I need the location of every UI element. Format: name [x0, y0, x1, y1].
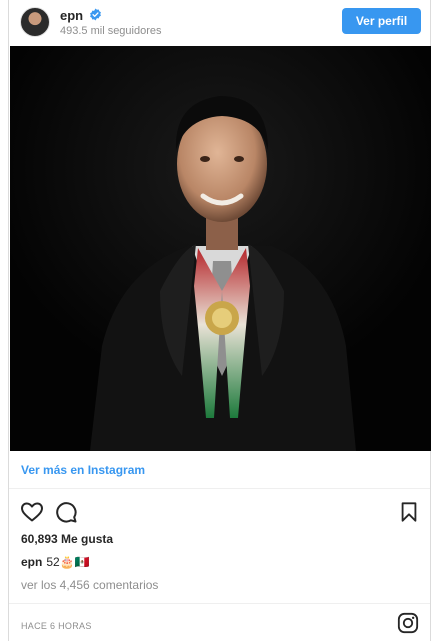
post-photo[interactable] [10, 46, 431, 451]
avatar[interactable] [20, 7, 50, 37]
follower-count: 493.5 mil seguidores [60, 25, 162, 37]
caption: epn 52🎂🇲🇽 [21, 555, 90, 569]
like-count[interactable]: 60,893 Me gusta [21, 532, 113, 546]
divider [9, 603, 430, 604]
divider [9, 488, 430, 489]
instagram-icon[interactable] [397, 612, 419, 634]
caption-username[interactable]: epn [21, 555, 42, 569]
instagram-embed-card: epn 493.5 mil seguidores Ver perfil Ver … [8, 0, 431, 641]
verified-badge-icon [90, 8, 101, 21]
view-comments-link[interactable]: ver los 4,456 comentarios [21, 578, 158, 592]
username[interactable]: epn [60, 8, 83, 23]
comment-icon[interactable] [54, 500, 78, 524]
view-profile-button[interactable]: Ver perfil [342, 8, 421, 34]
caption-text: 52🎂🇲🇽 [46, 555, 90, 569]
view-more-link[interactable]: Ver más en Instagram [21, 463, 145, 477]
post-header: epn 493.5 mil seguidores Ver perfil [9, 0, 430, 46]
timestamp: HACE 6 HORAS [21, 621, 92, 631]
portrait-image [10, 46, 431, 451]
bookmark-icon[interactable] [398, 500, 420, 524]
heart-icon[interactable] [20, 500, 44, 524]
